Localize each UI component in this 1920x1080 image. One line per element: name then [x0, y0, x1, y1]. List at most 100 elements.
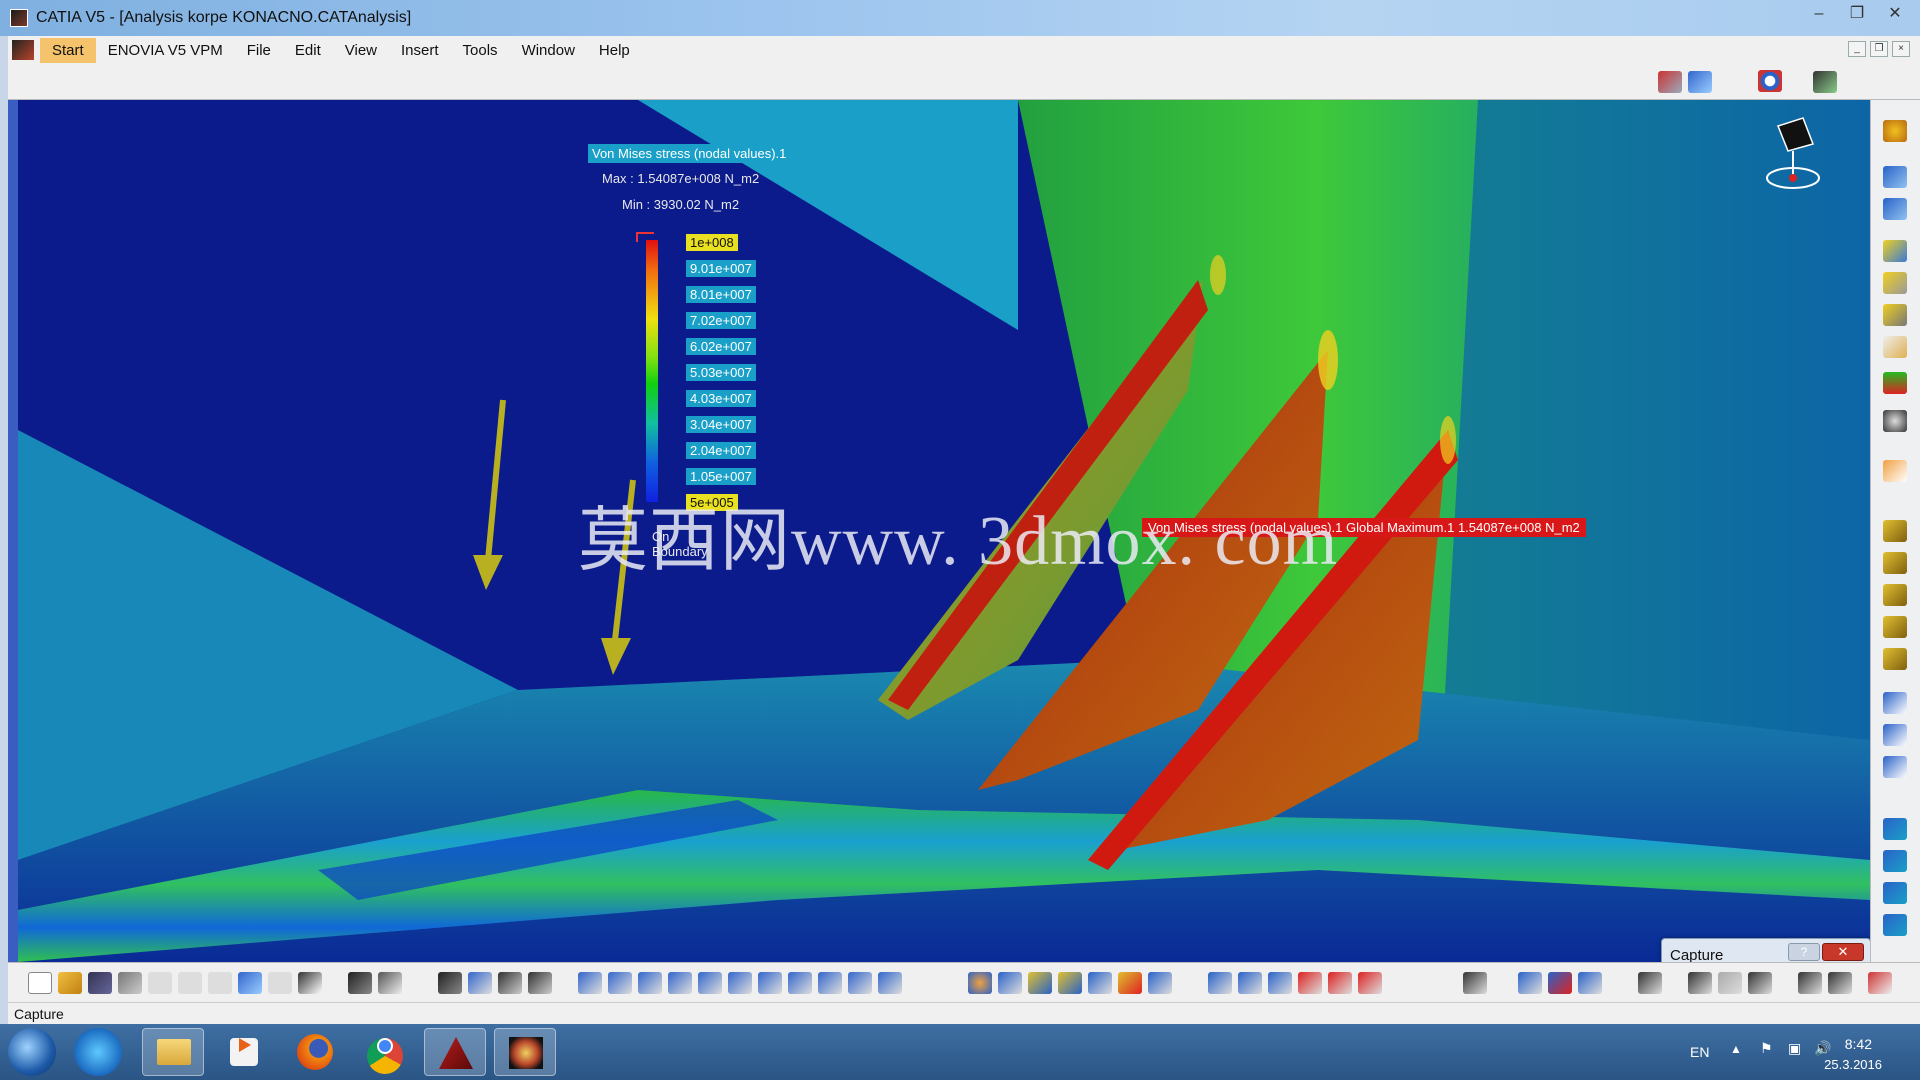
- thermometer-icon[interactable]: [1883, 372, 1907, 394]
- lock-icon[interactable]: [498, 972, 522, 994]
- displacement-icon[interactable]: [1058, 972, 1082, 994]
- simplify-icon[interactable]: [1358, 972, 1382, 994]
- show-hidden-icons-icon[interactable]: ▲: [1730, 1042, 1742, 1056]
- part-icon[interactable]: [1883, 240, 1907, 262]
- bearing-load-icon[interactable]: [1883, 616, 1907, 638]
- maximize-button[interactable]: ❐: [1840, 3, 1874, 25]
- catia-taskbar-icon[interactable]: [494, 1028, 556, 1076]
- surface-icon[interactable]: [1883, 272, 1907, 294]
- deformation-icon[interactable]: [998, 972, 1022, 994]
- tree-icon[interactable]: [468, 972, 492, 994]
- restraint-icon[interactable]: [1883, 166, 1907, 188]
- measure-item-icon[interactable]: [1718, 972, 1742, 994]
- media-player-icon[interactable]: [214, 1028, 276, 1076]
- language-indicator[interactable]: EN: [1690, 1044, 1709, 1060]
- export-icon[interactable]: [1638, 972, 1662, 994]
- measure-inertia-icon[interactable]: [1748, 972, 1772, 994]
- report-icon[interactable]: [1883, 914, 1907, 936]
- cursor-icon[interactable]: [1883, 460, 1907, 482]
- normal-view-icon[interactable]: [758, 972, 782, 994]
- windows-start-icon[interactable]: [8, 1028, 56, 1076]
- fit-all-icon[interactable]: [608, 972, 632, 994]
- hide-show-icon[interactable]: [818, 972, 842, 994]
- menu-help[interactable]: Help: [587, 38, 642, 63]
- catia-app-icon[interactable]: [10, 9, 28, 27]
- menu-edit[interactable]: Edit: [283, 38, 333, 63]
- table-icon[interactable]: [1463, 972, 1487, 994]
- redo-icon[interactable]: [268, 972, 292, 994]
- open-folder-icon[interactable]: [58, 972, 82, 994]
- analysis-tools-icon[interactable]: [1658, 71, 1682, 93]
- catalog-icon[interactable]: [1828, 972, 1852, 994]
- network-icon[interactable]: ▣: [1788, 1040, 1801, 1057]
- adaptivity-icon[interactable]: [1548, 972, 1572, 994]
- menu-insert[interactable]: Insert: [389, 38, 451, 63]
- render-style-icon[interactable]: [878, 972, 902, 994]
- animate-icon[interactable]: [1148, 972, 1172, 994]
- menu-start[interactable]: Start: [40, 37, 96, 63]
- menu-file[interactable]: File: [235, 38, 283, 63]
- menu-enovia[interactable]: ENOVIA V5 VPM: [96, 38, 235, 63]
- capture-dialog[interactable]: Capture ? ✕: [1661, 938, 1870, 962]
- print-icon[interactable]: [118, 972, 142, 994]
- layer-icon[interactable]: [1883, 304, 1907, 326]
- pressure-icon[interactable]: [1883, 520, 1907, 542]
- force-density-icon[interactable]: [1883, 648, 1907, 670]
- material-icon[interactable]: [1883, 336, 1907, 358]
- autocad-icon[interactable]: [424, 1028, 486, 1076]
- chrome-icon[interactable]: [354, 1028, 416, 1076]
- doc-restore-button[interactable]: ❐: [1870, 41, 1888, 57]
- images-icon[interactable]: [1883, 882, 1907, 904]
- menu-tools[interactable]: Tools: [451, 38, 510, 63]
- action-center-icon[interactable]: ⚑: [1760, 1040, 1773, 1057]
- formula-icon[interactable]: [348, 972, 372, 994]
- menu-window[interactable]: Window: [510, 38, 587, 63]
- zoom-in-icon[interactable]: [698, 972, 722, 994]
- firefox-icon[interactable]: [284, 1028, 346, 1076]
- comment-icon[interactable]: [378, 972, 402, 994]
- results-icon[interactable]: [1883, 850, 1907, 872]
- fly-mode-icon[interactable]: [578, 972, 602, 994]
- chart-icon[interactable]: [1578, 972, 1602, 994]
- extrema-icon[interactable]: [1268, 972, 1292, 994]
- minimize-button[interactable]: –: [1802, 3, 1836, 25]
- sphere-icon[interactable]: [1883, 410, 1907, 432]
- sensor-icon[interactable]: [1883, 692, 1907, 714]
- compass-reset-icon[interactable]: [1798, 972, 1822, 994]
- 3d-viewport[interactable]: Von Mises stress (nodal values).1 Max : …: [18, 100, 1870, 962]
- amplification-icon[interactable]: [1238, 972, 1262, 994]
- undo-icon[interactable]: [238, 972, 262, 994]
- gear-icon[interactable]: [1883, 120, 1907, 142]
- moment-icon[interactable]: [1883, 584, 1907, 606]
- views-icon[interactable]: [788, 972, 812, 994]
- swap-icon[interactable]: [528, 972, 552, 994]
- swap-visible-icon[interactable]: [848, 972, 872, 994]
- images-layout-icon[interactable]: [1328, 972, 1352, 994]
- wifi-sensor-icon[interactable]: [1688, 71, 1712, 93]
- capture-close-button[interactable]: ✕: [1822, 943, 1864, 961]
- new-file-icon[interactable]: [28, 972, 52, 994]
- principal-stress-icon[interactable]: [1088, 972, 1112, 994]
- compass-icon[interactable]: [1758, 106, 1828, 196]
- file-explorer-icon[interactable]: [142, 1028, 204, 1076]
- save-icon[interactable]: [88, 972, 112, 994]
- volume-icon[interactable]: 🔊: [1814, 1040, 1831, 1057]
- info-icon[interactable]: [1298, 972, 1322, 994]
- virtual-part-icon[interactable]: [1883, 724, 1907, 746]
- copy-icon[interactable]: [178, 972, 202, 994]
- clock-time[interactable]: 8:42: [1845, 1036, 1872, 1052]
- zoom-icon[interactable]: [1758, 70, 1782, 92]
- doc-minimize-button[interactable]: _: [1848, 41, 1866, 57]
- grid-icon[interactable]: [438, 972, 462, 994]
- pan-icon[interactable]: [638, 972, 662, 994]
- von-mises-icon[interactable]: [1028, 972, 1052, 994]
- sensor-list-icon[interactable]: [1518, 972, 1542, 994]
- compute-icon[interactable]: [1883, 818, 1907, 840]
- clamp-icon[interactable]: [1883, 198, 1907, 220]
- close-button[interactable]: ✕: [1878, 3, 1912, 25]
- measure-icon[interactable]: [1813, 71, 1837, 93]
- capture-help-button[interactable]: ?: [1788, 943, 1820, 961]
- connection-icon[interactable]: [1883, 756, 1907, 778]
- menu-view[interactable]: View: [333, 38, 389, 63]
- catia-brand-icon[interactable]: [1868, 972, 1892, 994]
